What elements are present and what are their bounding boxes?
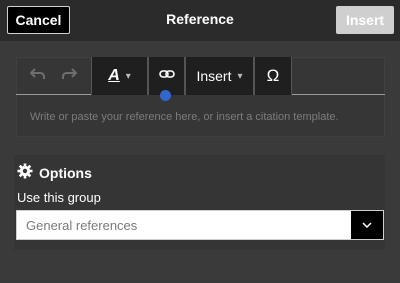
text-style-menu[interactable]: A ▾ — [91, 57, 148, 95]
insert-button[interactable]: Insert — [336, 6, 394, 34]
insert-menu-label: Insert — [196, 68, 232, 84]
group-select[interactable]: General references — [16, 210, 384, 240]
chevron-down-icon[interactable] — [351, 211, 383, 239]
chevron-down-icon: ▾ — [237, 70, 243, 82]
chevron-down-icon: ▾ — [125, 70, 131, 82]
group-select-value: General references — [26, 218, 138, 233]
editor-toolbar: A ▾ Insert ▾ Ω — [16, 57, 385, 95]
gear-icon — [17, 163, 33, 182]
options-heading-text: Options — [39, 164, 92, 181]
history-group — [16, 57, 91, 95]
undo-icon[interactable] — [29, 67, 46, 86]
omega-icon: Ω — [266, 66, 280, 85]
link-icon — [158, 67, 175, 85]
editor-placeholder: Write or paste your reference here, or i… — [30, 111, 339, 123]
insert-menu[interactable]: Insert ▾ — [185, 57, 254, 95]
redo-icon[interactable] — [61, 67, 78, 86]
options-heading: Options — [17, 163, 92, 182]
group-label: Use this group — [17, 190, 101, 205]
special-character-button[interactable]: Ω — [254, 57, 292, 95]
cursor-handle[interactable] — [160, 90, 171, 101]
text-style-icon: A — [108, 67, 120, 84]
